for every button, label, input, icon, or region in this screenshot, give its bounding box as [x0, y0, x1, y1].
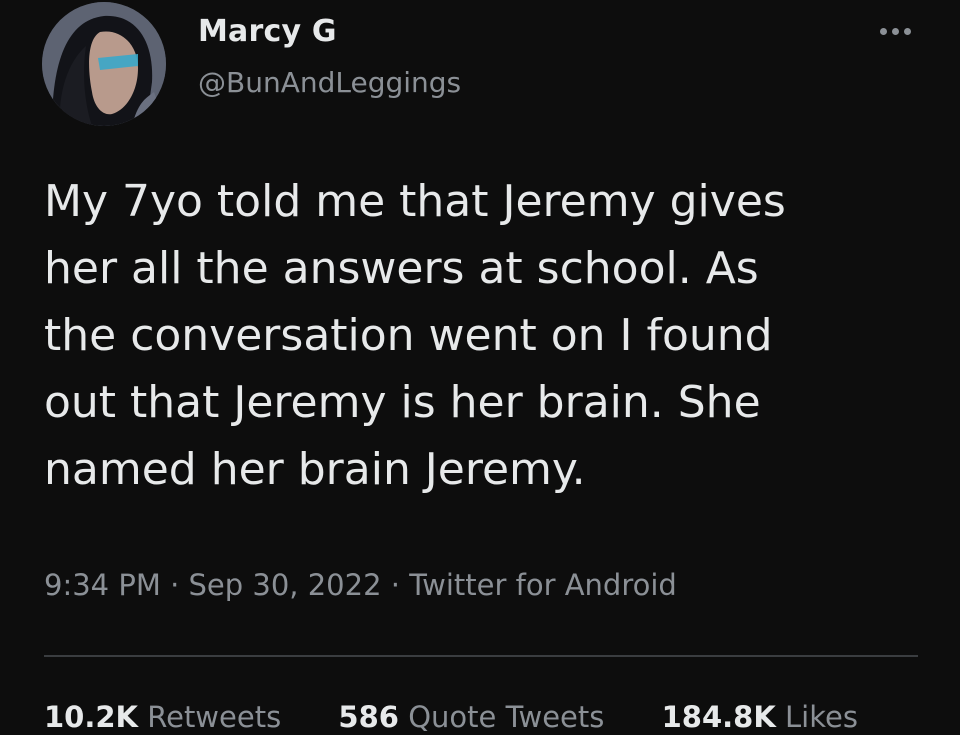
quote-tweets-stat[interactable]: 586 Quote Tweets [338, 700, 604, 734]
display-name[interactable]: Marcy G [198, 14, 337, 49]
retweets-stat[interactable]: 10.2K Retweets [44, 700, 281, 734]
engagement-stats: 10.2K Retweets 586 Quote Tweets 184.8K L… [44, 700, 858, 734]
quote-tweets-label: Quote Tweets [408, 700, 605, 734]
tweet-metadata: 9:34 PM · Sep 30, 2022 · Twitter for And… [44, 568, 677, 602]
quote-tweets-count: 586 [338, 700, 399, 734]
meta-separator: · [160, 568, 189, 602]
more-options-icon[interactable] [876, 20, 916, 40]
likes-label: Likes [785, 700, 858, 734]
avatar[interactable] [42, 2, 166, 126]
tweet-text: My 7yo told me that Jeremy gives her all… [44, 176, 786, 495]
dot [880, 28, 887, 35]
retweets-count: 10.2K [44, 700, 139, 734]
tweet-time[interactable]: 9:34 PM [44, 568, 161, 602]
avatar-image [42, 2, 166, 126]
user-handle[interactable]: @BunAndLeggings [198, 66, 461, 99]
tweet-card: Marcy G @BunAndLeggings My 7yo told me t… [0, 0, 960, 735]
tweet-date[interactable]: Sep 30, 2022 [189, 568, 382, 602]
dot [892, 28, 899, 35]
tweet-source[interactable]: Twitter for Android [409, 568, 677, 602]
likes-stat[interactable]: 184.8K Likes [662, 700, 858, 734]
divider [44, 655, 918, 657]
likes-count: 184.8K [661, 700, 776, 734]
dot [904, 28, 911, 35]
meta-separator: · [381, 568, 410, 602]
retweets-label: Retweets [147, 700, 282, 734]
